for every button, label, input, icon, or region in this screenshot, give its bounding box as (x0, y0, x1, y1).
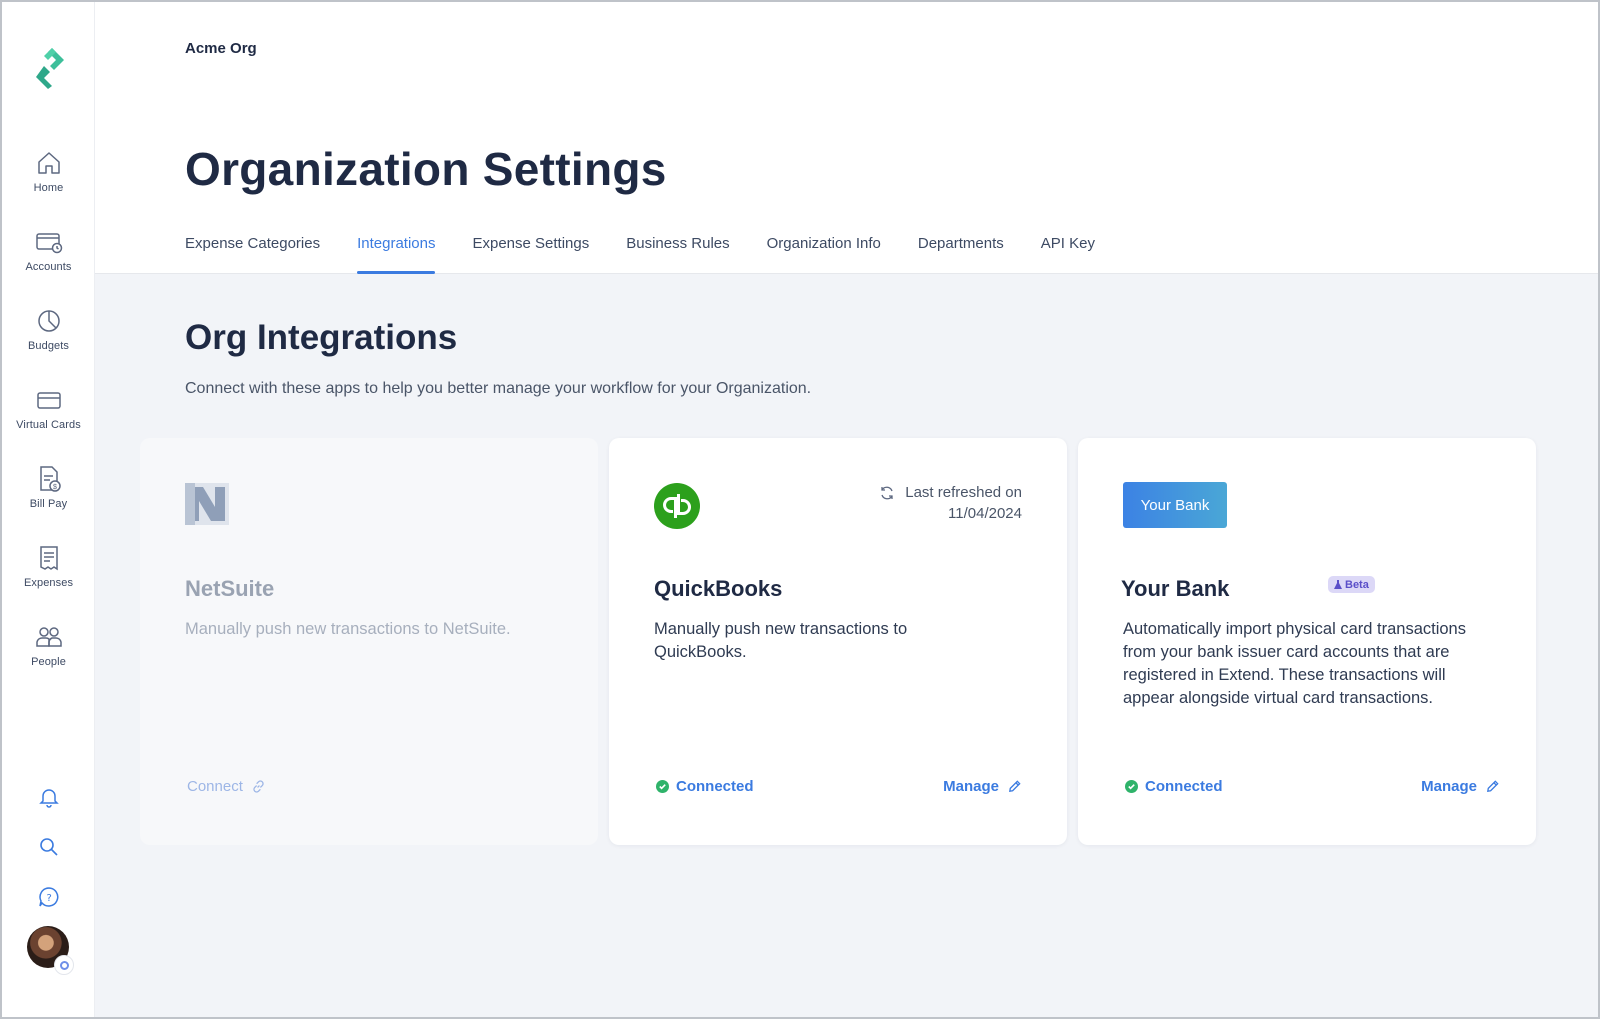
card-description: Automatically import physical card trans… (1123, 620, 1466, 707)
search-icon (39, 838, 58, 856)
app-window: Home Accounts Budgets Virtual Cards $ Bi… (0, 0, 1600, 1019)
sidebar-item-label: Expenses (23, 577, 74, 589)
tab-departments[interactable]: Departments (918, 232, 1004, 274)
sidebar: Home Accounts Budgets Virtual Cards $ Bi… (2, 2, 95, 1017)
sidebar-item-accounts[interactable]: Accounts (2, 223, 95, 302)
sidebar-item-expenses[interactable]: Expenses (2, 539, 95, 618)
tab-expense-categories[interactable]: Expense Categories (185, 232, 320, 274)
sidebar-nav: Home Accounts Budgets Virtual Cards $ Bi… (2, 144, 95, 697)
app-logo[interactable] (30, 46, 70, 90)
tab-expense-settings[interactable]: Expense Settings (472, 232, 589, 274)
tab-api-key[interactable]: API Key (1041, 232, 1095, 274)
connect-label: Connect (187, 778, 243, 795)
search-button[interactable] (2, 822, 95, 872)
accounts-icon (35, 233, 62, 254)
sidebar-item-bill-pay[interactable]: $ Bill Pay (2, 460, 95, 539)
bank-logo: Your Bank (1123, 482, 1227, 528)
manage-button[interactable]: Manage (1421, 778, 1500, 795)
card-title: Your Bank (1121, 576, 1230, 601)
sidebar-item-label: Home (33, 182, 64, 194)
flask-icon (1334, 580, 1342, 589)
sidebar-item-virtual-cards[interactable]: Virtual Cards (2, 381, 95, 460)
sidebar-item-label: People (31, 656, 66, 668)
sidebar-utility-icons: ? (2, 772, 95, 922)
card-title: QuickBooks (654, 576, 783, 601)
check-circle-icon (1125, 780, 1138, 793)
help-icon: ? (38, 887, 58, 907)
tab-integrations[interactable]: Integrations (357, 232, 436, 274)
connection-status: Connected (1125, 778, 1223, 795)
quickbooks-card: Last refreshed on 11/04/2024 QuickBooks … (609, 438, 1067, 845)
netsuite-logo-icon (185, 483, 229, 525)
card-icon (36, 392, 61, 409)
connection-status: Connected (656, 778, 754, 795)
last-refreshed: Last refreshed on 11/04/2024 (879, 482, 1022, 524)
receipt-icon (39, 546, 58, 571)
refresh-icon[interactable] (879, 485, 895, 501)
manage-button[interactable]: Manage (943, 778, 1022, 795)
home-icon (37, 152, 60, 174)
main-content: Org Integrations Connect with these apps… (95, 274, 1598, 1017)
svg-text:$: $ (53, 484, 57, 491)
beta-badge: Beta (1328, 576, 1375, 593)
section-description: Connect with these apps to help you bett… (185, 380, 812, 397)
refresh-label: Last refreshed on (905, 484, 1022, 501)
manage-label: Manage (1421, 778, 1477, 795)
connect-button[interactable]: Connect (187, 778, 266, 795)
org-name: Acme Org (185, 40, 257, 57)
avatar-status-badge (54, 955, 74, 975)
sidebar-item-label: Virtual Cards (16, 419, 81, 431)
pencil-icon (1009, 780, 1021, 792)
tab-business-rules[interactable]: Business Rules (626, 232, 729, 274)
section-title: Org Integrations (185, 318, 458, 357)
beta-label: Beta (1345, 578, 1369, 591)
budgets-icon (37, 310, 60, 332)
card-description: Manually push new transactions to NetSui… (185, 620, 511, 638)
tab-organization-info[interactable]: Organization Info (767, 232, 881, 274)
quickbooks-logo-icon (654, 483, 700, 529)
netsuite-card: NetSuite Manually push new transactions … (140, 438, 598, 845)
page-header: Acme Org Organization Settings Expense C… (95, 2, 1598, 274)
yourbank-card: Your Bank Your Bank Beta Automatically i… (1078, 438, 1536, 845)
card-description: Manually push new transactions to QuickB… (654, 620, 908, 661)
pencil-icon (1487, 780, 1499, 792)
manage-label: Manage (943, 778, 999, 795)
settings-tabs: Expense Categories Integrations Expense … (185, 232, 1132, 274)
status-label: Connected (1145, 778, 1223, 795)
sidebar-item-label: Accounts (25, 261, 72, 273)
link-icon (253, 780, 264, 793)
svg-text:?: ? (46, 893, 51, 904)
status-ring-icon (59, 960, 69, 970)
status-label: Connected (676, 778, 754, 795)
card-title: NetSuite (185, 576, 275, 601)
sidebar-item-budgets[interactable]: Budgets (2, 302, 95, 381)
people-icon (35, 627, 62, 647)
refresh-date: 11/04/2024 (948, 505, 1022, 522)
sidebar-item-people[interactable]: People (2, 618, 95, 697)
sidebar-item-home[interactable]: Home (2, 144, 95, 223)
page-title: Organization Settings (185, 143, 667, 195)
sidebar-item-label: Budgets (27, 340, 70, 352)
sidebar-item-label: Bill Pay (29, 498, 68, 510)
help-button[interactable]: ? (2, 872, 95, 922)
notifications-button[interactable] (2, 772, 95, 822)
bill-icon: $ (39, 466, 61, 492)
bell-icon (38, 789, 59, 808)
check-circle-icon (656, 780, 669, 793)
